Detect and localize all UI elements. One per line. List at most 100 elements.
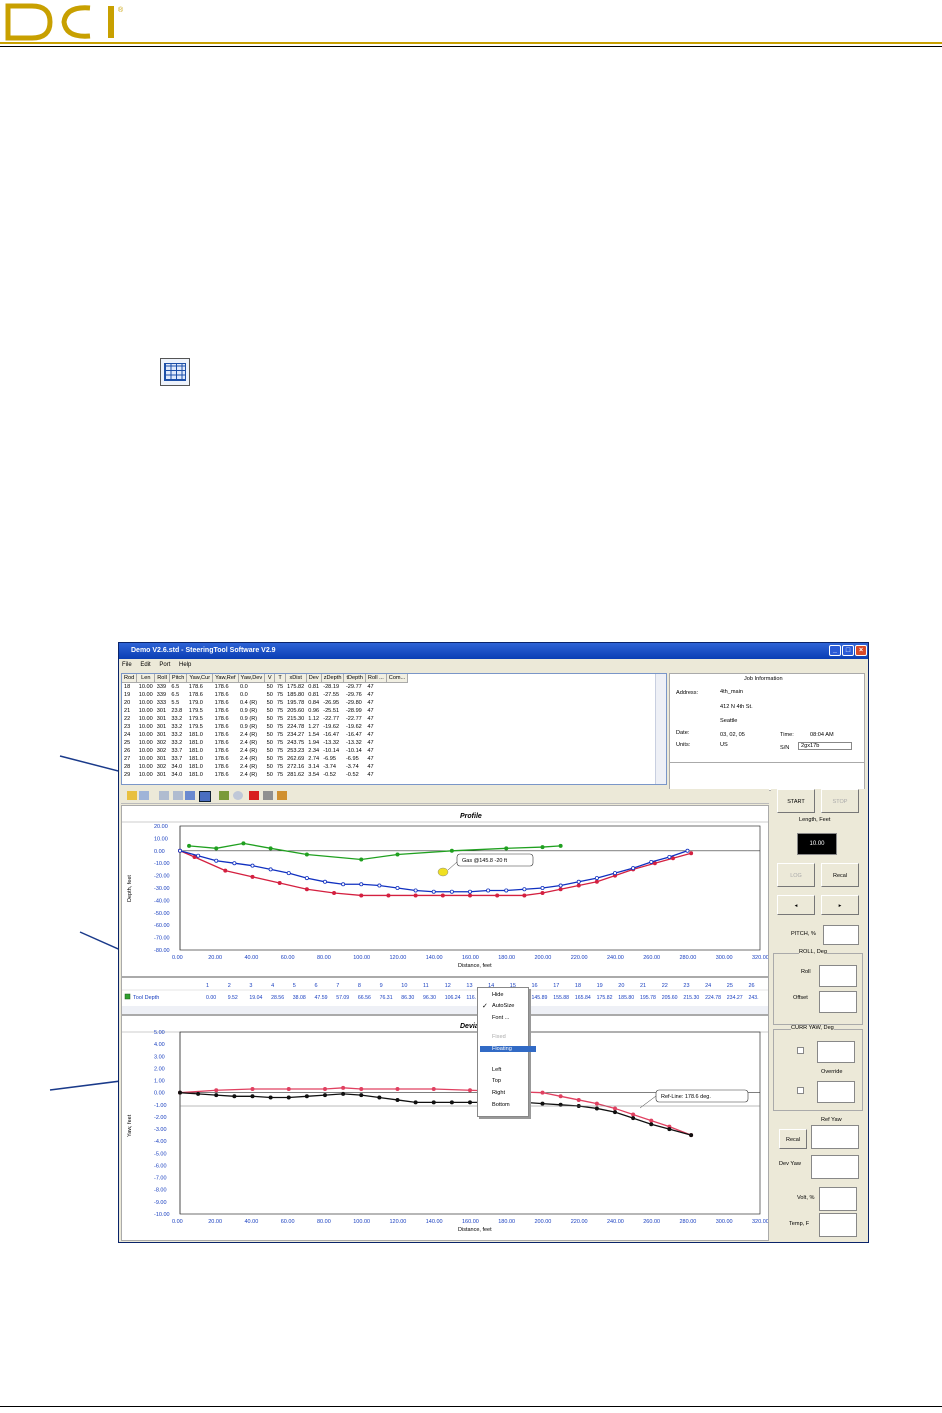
tool-depth-legend-icon xyxy=(124,993,131,1000)
menu-left[interactable]: Left xyxy=(492,1067,501,1073)
table-view-button[interactable] xyxy=(199,791,211,802)
menu-autosize[interactable]: AutoSize xyxy=(492,1003,514,1009)
menu-floating[interactable]: Floating xyxy=(480,1046,536,1052)
maximize-button[interactable]: □ xyxy=(842,645,854,656)
grid-header-0[interactable]: Rod xyxy=(122,674,138,683)
zoom-icon[interactable] xyxy=(233,791,243,800)
menu-help[interactable]: Help xyxy=(179,662,191,668)
recal-button[interactable]: Recal xyxy=(821,863,859,887)
table-row[interactable]: 24 10.00 301 33.2 181.0 178.6 2.4 (R) 50 75 234.2… xyxy=(122,731,408,739)
tool-depth-cell: 116. xyxy=(466,995,476,1001)
tool-depth-cell: 243. xyxy=(749,995,759,1001)
offset-field[interactable] xyxy=(819,991,857,1013)
override-checkbox[interactable] xyxy=(797,1087,804,1094)
grid-cell: 339 xyxy=(156,692,167,698)
next-button[interactable]: ▸ xyxy=(821,895,859,915)
volt-field[interactable] xyxy=(819,1187,857,1211)
table-row[interactable]: 23 10.00 301 33.2 179.5 178.6 0.9 (R) 50 75 224.7… xyxy=(122,723,408,731)
grid-cell: 0.96 xyxy=(308,708,320,714)
table-row[interactable]: 25 10.00 302 33.2 181.0 178.6 2.4 (R) 50 75 243.7… xyxy=(122,739,408,747)
close-button[interactable]: × xyxy=(855,645,867,656)
grid-cell: 302 xyxy=(156,748,167,754)
y-tick-label: -40.00 xyxy=(154,898,170,904)
menu-edit[interactable]: Edit xyxy=(140,662,150,668)
grid-cell: 2.4 (R) xyxy=(240,740,258,746)
grid-header-12[interactable]: tDepth xyxy=(343,674,366,683)
menu-port[interactable]: Port xyxy=(159,662,170,668)
grid-header-11[interactable]: zDepth xyxy=(321,674,345,683)
copy-icon[interactable] xyxy=(139,791,149,800)
table-row[interactable]: 20 10.00 333 5.5 179.0 178.6 0.4 (R) 50 75 195.78… xyxy=(122,699,408,707)
menu-file[interactable]: File xyxy=(122,662,132,668)
grid-cell: 75 xyxy=(276,708,284,714)
table-row[interactable]: 21 10.00 301 23.8 179.5 178.6 0.9 (R) 50 75 205.6… xyxy=(122,707,408,715)
grid-header-6[interactable]: Yaw,Dev xyxy=(238,674,266,683)
grid-header-9[interactable]: xDist xyxy=(285,674,307,683)
chart-icon[interactable] xyxy=(219,791,229,800)
sn-field[interactable]: 2gx17b xyxy=(798,742,852,750)
offset-label: Offset xyxy=(793,995,808,1001)
data-point xyxy=(395,1087,400,1092)
open-file-icon[interactable] xyxy=(127,791,137,800)
menu-hide[interactable]: Hide xyxy=(492,992,504,998)
table-row[interactable]: 28 10.00 302 34.0 181.0 178.6 2.4 (R) 50 75 272.1… xyxy=(122,763,408,771)
table-row[interactable]: 22 10.00 301 33.2 179.5 178.6 0.9 (R) 50 75 215.3… xyxy=(122,715,408,723)
data-point xyxy=(431,1087,436,1092)
menu-top[interactable]: Top xyxy=(492,1078,501,1084)
yaw-checkbox-1[interactable] xyxy=(797,1047,804,1054)
recal-yaw-button[interactable]: Recal xyxy=(779,1129,807,1149)
grid-header-1[interactable]: Len xyxy=(136,674,156,683)
column-header: 16 xyxy=(532,983,538,989)
font-icon[interactable] xyxy=(249,791,259,800)
dev-yaw-field[interactable] xyxy=(811,1155,859,1179)
roll-field[interactable] xyxy=(819,965,857,987)
temp-field[interactable] xyxy=(819,1213,857,1237)
menu-right[interactable]: Right xyxy=(492,1090,505,1096)
grid-cell xyxy=(386,707,407,715)
grid-cell: 22 xyxy=(124,716,131,722)
grid-header-8[interactable]: T xyxy=(274,674,286,683)
prev-button[interactable]: ◂ xyxy=(777,895,815,915)
start-button[interactable]: START xyxy=(777,789,815,813)
data-grid[interactable]: Rod Len Roll Pitch Yaw,Cur Yaw,Ref Yaw,Dev V TxD… xyxy=(121,673,667,785)
grid-header-2[interactable]: Roll xyxy=(154,674,170,683)
ref-yaw-field[interactable] xyxy=(811,1125,859,1149)
stop-button[interactable]: STOP xyxy=(821,789,859,813)
data-point xyxy=(214,1088,219,1093)
table-row[interactable]: 27 10.00 301 33.7 181.0 178.6 2.4 (R) 50 75 262.6… xyxy=(122,755,408,763)
truck-icon[interactable] xyxy=(277,791,287,800)
minimize-button[interactable]: _ xyxy=(829,645,841,656)
save-icon[interactable] xyxy=(159,791,169,800)
log-button[interactable]: LOG xyxy=(777,863,815,887)
tool-depth-label: Tool Depth xyxy=(133,995,159,1001)
column-header: 5 xyxy=(293,983,296,989)
grid-header-13[interactable]: Roll ... xyxy=(365,674,387,683)
grid-header-7[interactable]: V xyxy=(264,674,276,683)
override-field[interactable] xyxy=(817,1081,855,1103)
y-tick-label: -70.00 xyxy=(154,936,170,942)
tool-depth-cell: 76.31 xyxy=(380,995,393,1001)
table-row[interactable]: 29 10.00 301 34.0 181.0 178.6 2.4 (R) 50 75 281.6… xyxy=(122,771,408,779)
pitch-field[interactable] xyxy=(823,925,859,945)
save-as-icon[interactable] xyxy=(173,791,183,800)
table-row[interactable]: 19 10.00 339 6.5 178.6 178.6 0.0 50 75 185.80 0.81… xyxy=(122,691,408,699)
print-icon[interactable] xyxy=(185,791,195,800)
grid-header-3[interactable]: Pitch xyxy=(169,674,188,683)
tools-icon[interactable] xyxy=(263,791,273,800)
grid-header-14[interactable]: Com... xyxy=(386,674,409,683)
table-row[interactable]: 26 10.00 302 33.7 181.0 178.6 2.4 (R) 50 75 253.2… xyxy=(122,747,408,755)
menu-font[interactable]: Font ... xyxy=(492,1015,509,1021)
menu-bottom[interactable]: Bottom xyxy=(492,1102,510,1108)
data-point xyxy=(440,893,445,898)
grid-header-10[interactable]: Dev xyxy=(306,674,322,683)
menu-fixed: Fixed xyxy=(492,1034,506,1040)
y-tick-label: 10.00 xyxy=(154,836,168,842)
grid-scrollbar[interactable] xyxy=(655,674,666,784)
date-value: 03, 02, 05 xyxy=(720,732,745,738)
tool-depth-grid[interactable]: Tool Depth 1 2 3 4 5 6 7 8 9 10 11 12 13 14 15 16 17 18 19 2… xyxy=(121,977,769,1015)
grid-header-4[interactable]: Yaw,Cur xyxy=(186,674,214,683)
curr-yaw-field[interactable] xyxy=(817,1041,855,1063)
grid-header-5[interactable]: Yaw,Ref xyxy=(212,674,239,683)
table-row[interactable]: 18 10.00 339 6.5 178.6 178.6 0.0 50 75 175.82 0.81… xyxy=(122,683,408,692)
x-tick-label: 100.00 xyxy=(353,1219,370,1225)
